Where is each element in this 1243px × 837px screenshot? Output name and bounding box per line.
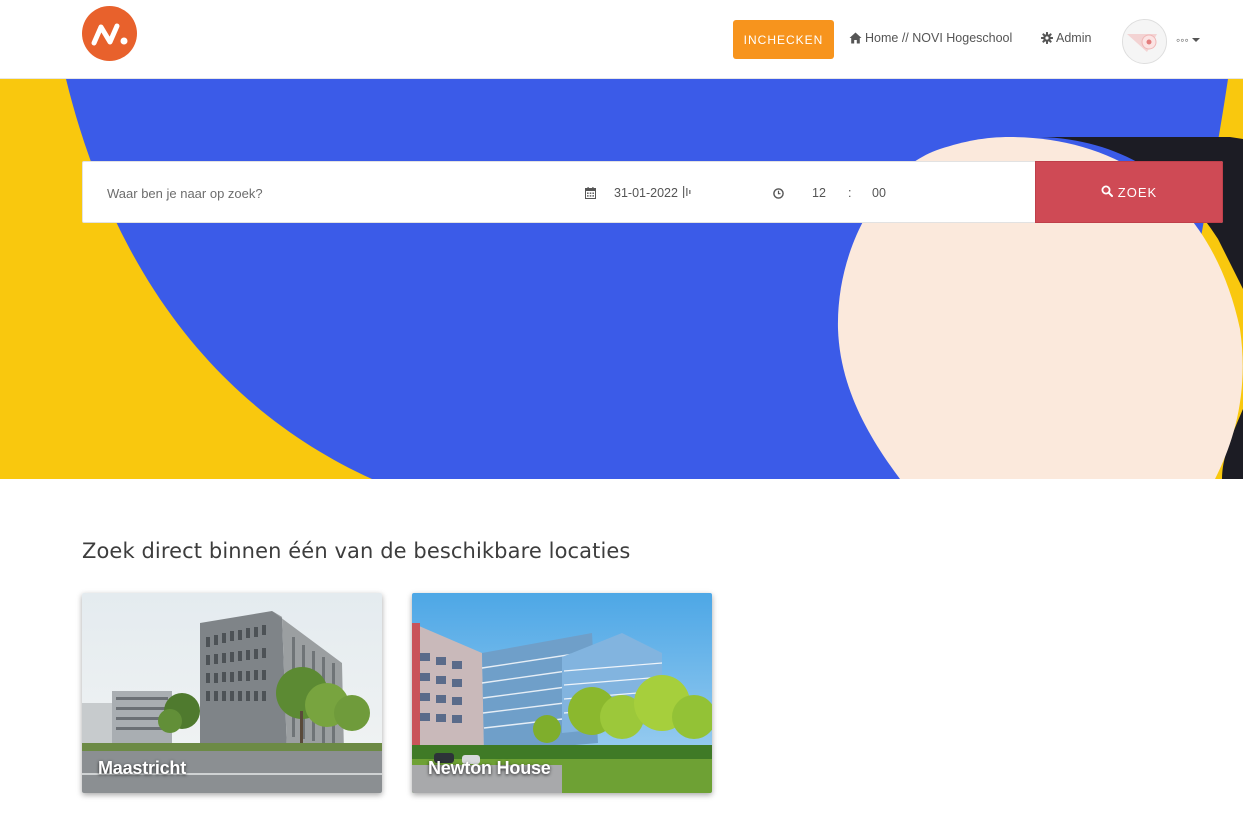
calendar-icon	[585, 186, 596, 204]
location-label: Newton House	[428, 758, 551, 778]
hero-background	[0, 79, 1243, 479]
search-button[interactable]: ZOEK	[1035, 161, 1223, 223]
date-field[interactable]: 31-01-2022	[614, 186, 678, 200]
nav-home-link[interactable]: Home // NOVI Hogeschool	[849, 31, 1012, 45]
location-card-newton-house[interactable]: Newton House	[412, 593, 712, 793]
minute-field[interactable]: 00	[872, 186, 886, 200]
location-card-maastricht[interactable]: Maastricht	[82, 593, 382, 793]
novi-logo[interactable]	[82, 6, 137, 61]
home-icon	[849, 32, 862, 44]
user-menu-label: ◦◦◦	[1176, 33, 1189, 47]
nav-admin-label: Admin	[1056, 31, 1092, 45]
search-button-label: ZOEK	[1117, 184, 1158, 200]
search-icon	[1101, 185, 1113, 200]
user-menu-dropdown[interactable]: ◦◦◦	[1176, 33, 1200, 47]
nav-admin-link[interactable]: Admin	[1041, 31, 1091, 45]
time-separator: :	[848, 186, 852, 200]
locations-heading: Zoek direct binnen één van de beschikbar…	[82, 539, 631, 563]
clock-icon	[773, 186, 784, 204]
hour-field[interactable]: 12	[812, 186, 826, 200]
gear-icon	[1041, 32, 1053, 44]
search-input[interactable]	[107, 181, 547, 205]
nav-home-label: Home // NOVI Hogeschool	[865, 31, 1013, 45]
search-bar: 31-01-2022 12 : 00 ZOEK	[82, 161, 1223, 223]
user-avatar[interactable]	[1122, 19, 1167, 64]
checkin-button[interactable]: INCHECKEN	[733, 20, 834, 59]
date-cursor-icon	[683, 185, 693, 199]
location-label: Maastricht	[98, 758, 187, 778]
top-navbar: INCHECKEN Home // NOVI Hogeschool Admin	[0, 0, 1243, 79]
caret-down-icon	[1191, 38, 1200, 42]
hero-banner	[0, 79, 1243, 479]
